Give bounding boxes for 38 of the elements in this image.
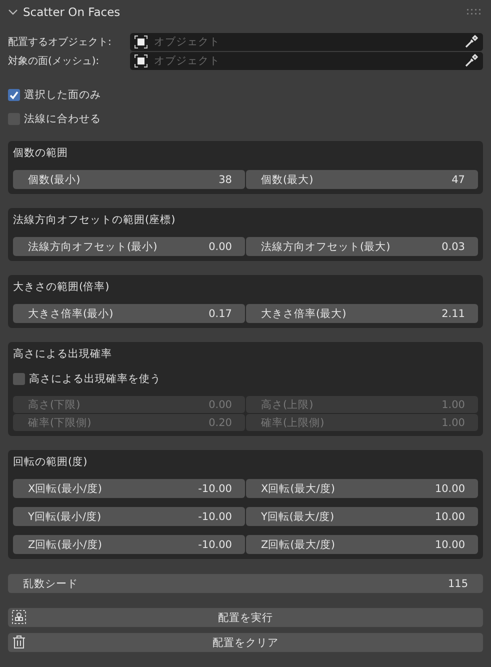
panel-title: Scatter On Faces — [23, 5, 120, 19]
section-title: 大きさの範囲(倍率) — [13, 280, 110, 295]
eyedropper-icon[interactable] — [464, 35, 478, 49]
clear-button[interactable]: 配置をクリア — [8, 633, 483, 652]
number-field[interactable]: 個数(最小) 38 — [13, 170, 245, 189]
drag-handle-icon[interactable] — [467, 9, 481, 15]
number-field[interactable]: 法線方向オフセット(最大) 0.03 — [246, 237, 478, 256]
section-title: 回転の範囲(度) — [13, 455, 88, 470]
number-field[interactable]: 乱数シード 115 — [8, 574, 483, 593]
checkbox-label: 選択した面のみ — [24, 88, 101, 102]
checkbox-label: 高さによる出現確率を使う — [29, 372, 161, 386]
number-field[interactable]: Y回転(最小/度) -10.00 — [13, 507, 245, 526]
number-field[interactable]: 法線方向オフセット(最小) 0.00 — [13, 237, 245, 256]
object-field[interactable]: オブジェクト — [130, 52, 483, 70]
section-title: 高さによる出現確率 — [13, 347, 113, 362]
number-field[interactable]: 大きさ倍率(最小) 0.17 — [13, 304, 245, 323]
trash-icon — [12, 635, 26, 649]
number-field[interactable]: 個数(最大) 47 — [246, 170, 478, 189]
section-title: 法線方向オフセットの範囲(座標) — [13, 213, 176, 228]
number-field[interactable]: 大きさ倍率(最大) 2.11 — [246, 304, 478, 323]
run-button[interactable]: 配置を実行 — [8, 608, 483, 627]
number-field[interactable]: X回転(最小/度) -10.00 — [13, 479, 245, 498]
shapes-icon — [12, 610, 26, 624]
number-field[interactable]: Z回転(最大/度) 10.00 — [246, 535, 478, 554]
eyedropper-icon[interactable] — [464, 54, 478, 68]
checkbox[interactable] — [8, 89, 20, 101]
object-icon — [134, 35, 148, 49]
checkbox-label: 法線に合わせる — [24, 112, 101, 126]
number-field[interactable]: Y回転(最大/度) 10.00 — [246, 507, 478, 526]
panel-header[interactable]: Scatter On Faces — [8, 0, 483, 24]
number-field[interactable]: X回転(最大/度) 10.00 — [246, 479, 478, 498]
field-label: 配置するオブジェクト: — [8, 36, 112, 49]
number-field[interactable]: Z回転(最小/度) -10.00 — [13, 535, 245, 554]
chevron-icon — [8, 7, 18, 17]
field-label: 対象の面(メッシュ): — [8, 54, 100, 68]
section-title: 個数の範囲 — [13, 146, 69, 161]
object-icon — [134, 54, 148, 68]
object-field[interactable]: オブジェクト — [130, 33, 483, 51]
